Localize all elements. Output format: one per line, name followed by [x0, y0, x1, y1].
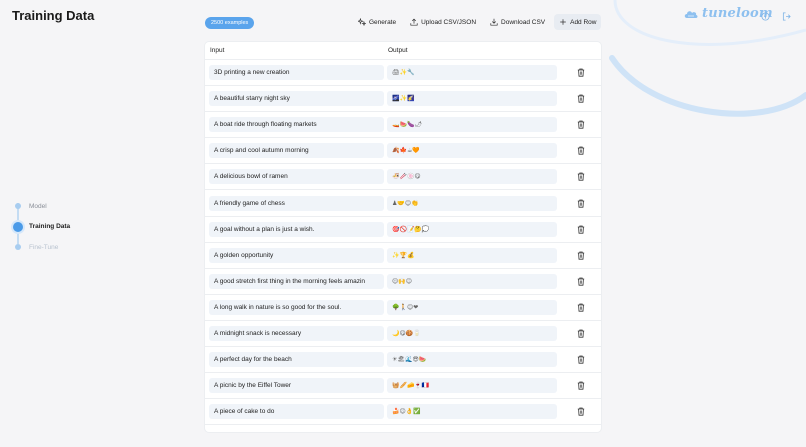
input-cell[interactable]: A beautiful starry night sky: [209, 91, 384, 107]
input-cell[interactable]: A friendly game of chess: [209, 195, 384, 211]
table-row: A boat ride through floating markets 🚤🍉🍆🌶: [205, 112, 601, 139]
output-column-header: Output: [388, 47, 408, 54]
step-dot: [15, 203, 21, 210]
download-label: Download CSV: [501, 18, 546, 26]
cloud-icon: [684, 10, 698, 18]
step-label: Training Data: [29, 223, 71, 231]
page-title: Training Data: [12, 8, 95, 23]
delete-row-icon[interactable]: [577, 120, 585, 129]
step-training-data[interactable]: Training Data: [12, 217, 70, 238]
delete-row-icon[interactable]: [577, 199, 585, 208]
output-cell[interactable]: ✨🏆💰: [387, 247, 557, 263]
output-cell[interactable]: 🧺🥖🧀🍷🇫🇷: [387, 378, 557, 394]
delete-row-icon[interactable]: [577, 94, 585, 103]
progress-stepper: Model Training Data Fine-Tune: [12, 196, 70, 258]
input-cell[interactable]: A crisp and cool autumn morning: [209, 143, 384, 159]
add-row-button[interactable]: Add Row: [554, 14, 602, 30]
delete-row-icon[interactable]: [577, 225, 585, 234]
output-cell[interactable]: 🍜🥢🍥😋: [387, 169, 557, 185]
plus-icon: [560, 19, 566, 25]
table-header: Input Output: [205, 42, 601, 60]
table-row: A perfect day for the beach ☀🏖🌊😎🍉: [205, 347, 601, 374]
input-cell[interactable]: 3D printing a new creation: [209, 65, 384, 81]
table-row: A piece of cake to do 🍰😊👌✅: [205, 399, 601, 426]
table-row: A beautiful starry night sky 🌌✨🌠: [205, 86, 601, 113]
table-row: A good stretch first thing in the mornin…: [205, 269, 601, 295]
delete-row-icon[interactable]: [577, 355, 585, 364]
input-column-header: Input: [210, 47, 225, 54]
delete-row-icon[interactable]: [577, 277, 585, 286]
delete-row-icon[interactable]: [577, 381, 585, 390]
output-cell[interactable]: ♟🤝😊👏: [387, 195, 557, 211]
output-cell[interactable]: 🍰😊👌✅: [387, 404, 557, 420]
output-cell[interactable]: 🎯🚫📝🤔💭: [387, 221, 557, 237]
table-body: 3D printing a new creation 🖨✨🔧 A beautiful…: [205, 60, 601, 426]
upload-button[interactable]: Upload CSV/JSON: [405, 14, 481, 30]
output-cell[interactable]: ☀🏖🌊😎🍉: [387, 352, 557, 368]
input-cell[interactable]: A picnic by the Eiffel Tower: [209, 378, 384, 394]
delete-row-icon[interactable]: [577, 68, 585, 77]
input-cell[interactable]: A perfect day for the beach: [209, 352, 384, 368]
table-row: A picnic by the Eiffel Tower 🧺🥖🧀🍷🇫🇷: [205, 373, 601, 400]
output-cell[interactable]: 🌌✨🌠: [387, 91, 557, 107]
step-dot: [13, 221, 23, 232]
step-label: Model: [29, 202, 47, 210]
training-data-table: Input Output 3D printing a new creation 🖨…: [205, 42, 601, 432]
upload-icon: [410, 18, 418, 26]
upload-label: Upload CSV/JSON: [421, 18, 477, 26]
input-cell[interactable]: A goal without a plan is just a wish.: [209, 221, 384, 237]
input-cell[interactable]: A piece of cake to do: [209, 404, 384, 420]
table-row: A delicious bowl of ramen 🍜🥢🍥😋: [205, 164, 601, 191]
output-cell[interactable]: 🍂🍁☕🧡: [387, 143, 557, 159]
brand-logo[interactable]: tuneloom: [683, 6, 773, 21]
sparkle-icon: [358, 18, 366, 26]
input-cell[interactable]: A boat ride through floating markets: [209, 117, 384, 133]
toolbar: Generate Upload CSV/JSON Download CSV Ad…: [353, 14, 602, 30]
delete-row-icon[interactable]: [577, 329, 585, 338]
output-cell[interactable]: 🌳🚶😊❤: [387, 299, 557, 315]
step-fine-tune: Fine-Tune: [12, 237, 70, 258]
delete-row-icon[interactable]: [577, 407, 585, 416]
output-cell[interactable]: 🚤🍉🍆🌶: [387, 117, 557, 133]
step-dot: [15, 244, 21, 251]
step-model[interactable]: Model: [12, 196, 70, 217]
delete-row-icon[interactable]: [577, 146, 585, 155]
input-cell[interactable]: A long walk in nature is so good for the…: [209, 299, 384, 315]
input-cell[interactable]: A good stretch first thing in the mornin…: [209, 273, 384, 289]
table-row: 3D printing a new creation 🖨✨🔧: [205, 60, 601, 87]
table-row: A golden opportunity ✨🏆💰: [205, 243, 601, 269]
download-button[interactable]: Download CSV: [485, 14, 550, 30]
generate-button[interactable]: Generate: [353, 14, 401, 30]
table-row: A long walk in nature is so good for the…: [205, 295, 601, 321]
step-label: Fine-Tune: [29, 243, 59, 251]
table-row: A friendly game of chess ♟🤝😊👏: [205, 190, 601, 217]
logout-icon[interactable]: [782, 12, 791, 21]
input-cell[interactable]: A midnight snack is necessary: [209, 325, 384, 341]
examples-count-badge: 2500 examples: [205, 17, 255, 29]
delete-row-icon[interactable]: [577, 303, 585, 312]
table-row: A midnight snack is necessary 🌙😋🍪🥛: [205, 321, 601, 348]
output-cell[interactable]: 🌙😋🍪🥛: [387, 325, 557, 341]
download-icon: [490, 18, 498, 26]
delete-row-icon[interactable]: [577, 172, 585, 182]
generate-label: Generate: [369, 18, 397, 26]
table-row: A goal without a plan is just a wish. 🎯🚫📝…: [205, 217, 601, 243]
info-icon[interactable]: [761, 12, 770, 21]
add-row-label: Add Row: [570, 18, 597, 26]
input-cell[interactable]: A golden opportunity: [209, 247, 384, 263]
output-cell[interactable]: 😌🙌😊: [387, 273, 557, 289]
input-cell[interactable]: A delicious bowl of ramen: [209, 169, 384, 185]
delete-row-icon[interactable]: [577, 251, 585, 260]
output-cell[interactable]: 🖨✨🔧: [387, 65, 557, 81]
table-row: A crisp and cool autumn morning 🍂🍁☕🧡: [205, 138, 601, 165]
